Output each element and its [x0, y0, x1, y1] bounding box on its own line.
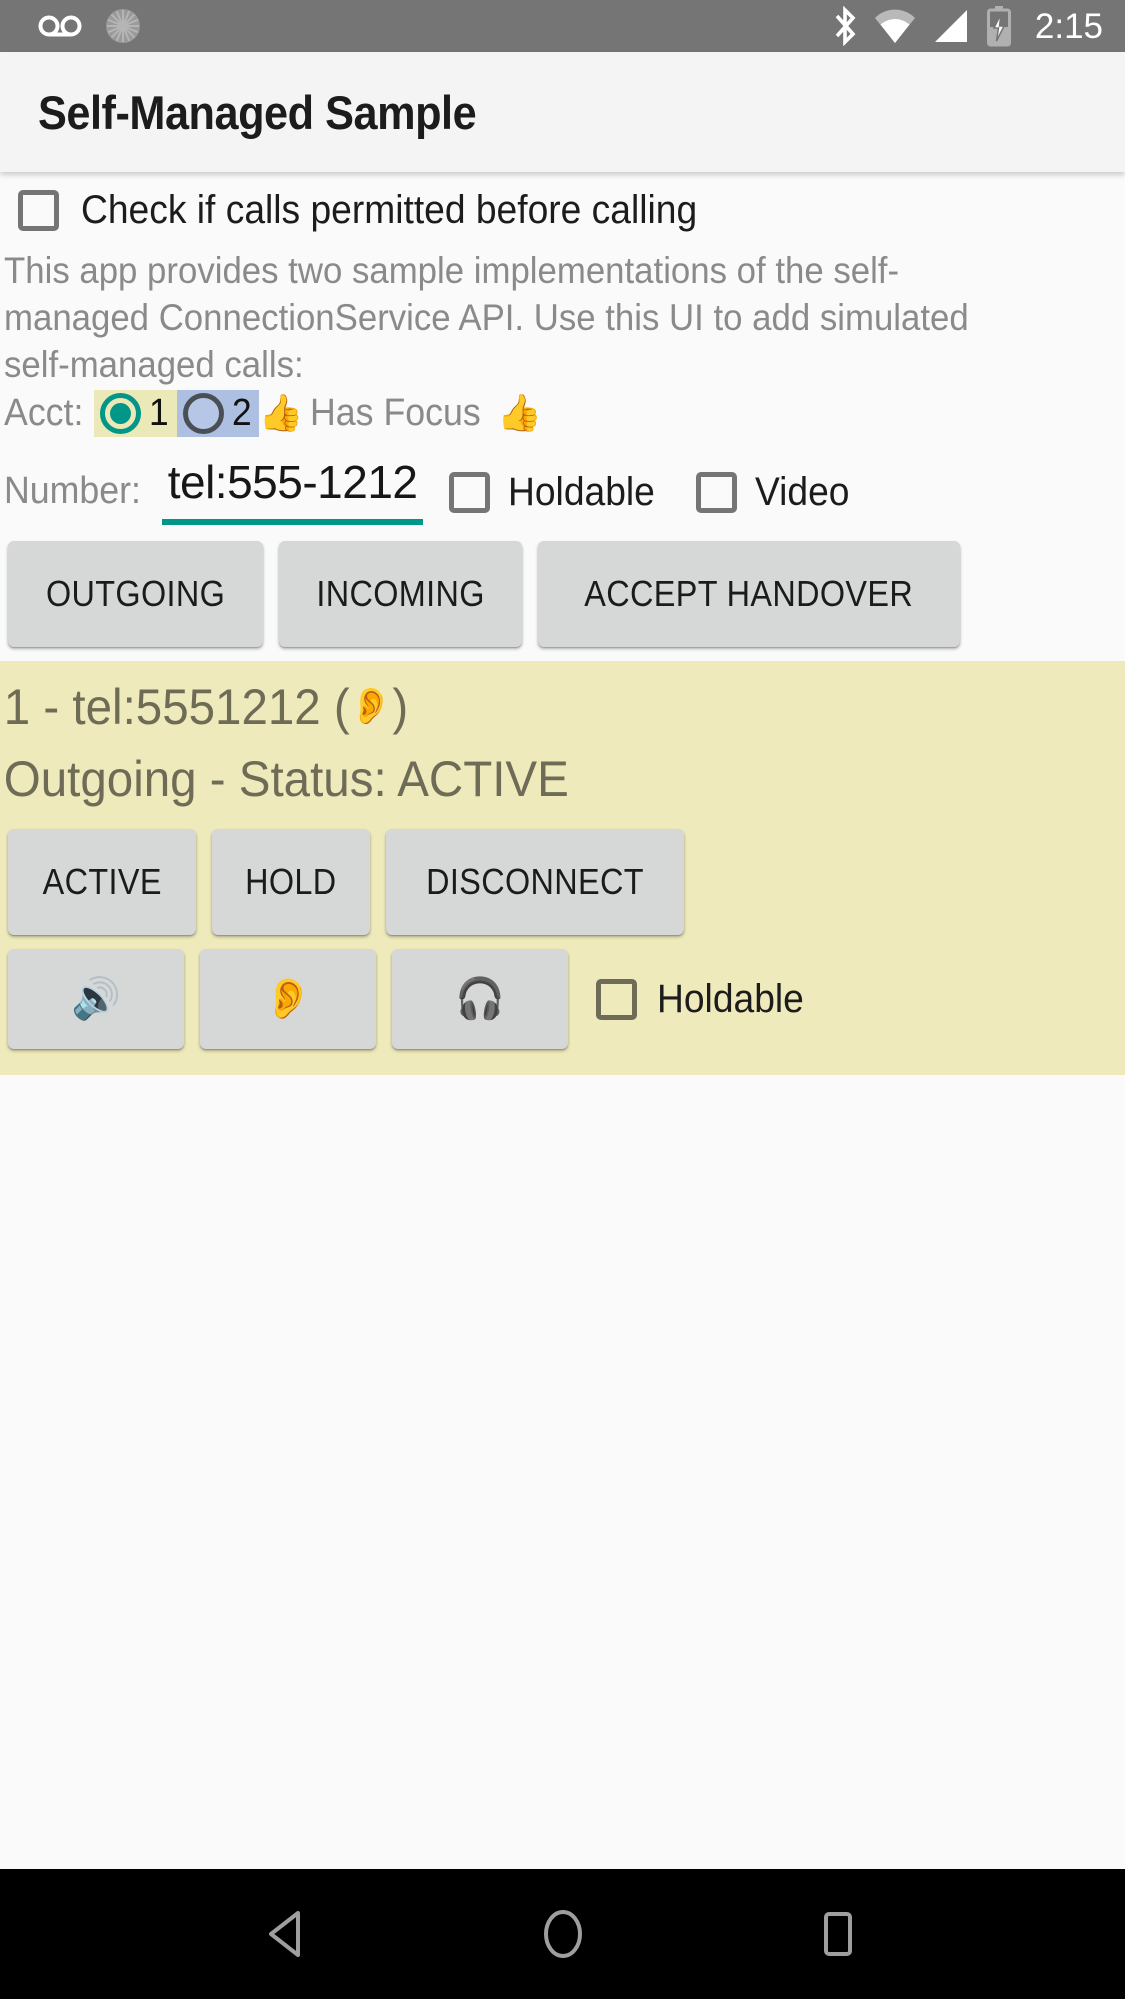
wifi-icon: [874, 9, 915, 43]
call-identity-suffix: ): [392, 679, 409, 735]
audio-route-speaker-button[interactable]: 🔊: [8, 949, 184, 1049]
incoming-button[interactable]: INCOMING: [279, 541, 523, 647]
account-radio-2-label: 2: [231, 392, 252, 434]
home-circle-icon: [543, 1910, 582, 1958]
call-identity-line: 1 - tel:5551212 ( 👂 ): [0, 671, 1069, 743]
audio-route-earpiece-button[interactable]: 👂: [200, 949, 376, 1049]
page-title: Self-Managed Sample: [38, 85, 477, 139]
recents-square-icon: [823, 1912, 852, 1956]
status-bar: 2:15: [0, 0, 1125, 52]
account-radio-1[interactable]: [100, 393, 142, 434]
permission-check-row[interactable]: Check if calls permitted before calling: [0, 172, 1125, 233]
cell-signal-icon: [934, 10, 967, 42]
description-text: This app provides two sample implementat…: [4, 250, 969, 385]
call-status-line: Outgoing - Status: ACTIVE: [3, 751, 569, 807]
holdable-option[interactable]: Holdable: [449, 470, 666, 525]
voicemail-icon: [38, 15, 82, 37]
back-nav-button[interactable]: [228, 1874, 348, 1994]
call-state-buttons: ACTIVE HOLD DISCONNECT: [0, 815, 1125, 935]
outgoing-button-label: OUTGOING: [45, 573, 226, 614]
check-permission-checkbox[interactable]: [18, 190, 59, 231]
home-nav-button[interactable]: [503, 1874, 623, 1994]
video-checkbox[interactable]: [696, 472, 738, 513]
thumbs-up-icon-right: 👍: [497, 392, 543, 434]
bluetooth-icon: [835, 6, 856, 46]
accept-handover-button-label: ACCEPT HANDOVER: [584, 573, 914, 614]
number-label: Number:: [4, 470, 141, 512]
sync-icon: [106, 9, 140, 43]
call-hold-button-label: HOLD: [245, 861, 337, 902]
headphones-icon: 🎧: [455, 976, 505, 1022]
incoming-button-label: INCOMING: [316, 573, 486, 614]
holdable-checkbox[interactable]: [449, 472, 491, 513]
account-option-1[interactable]: 1: [94, 390, 177, 437]
call-disconnect-button-label: DISCONNECT: [426, 861, 644, 902]
accept-handover-button[interactable]: ACCEPT HANDOVER: [538, 541, 960, 647]
navigation-bar: [0, 1869, 1125, 1999]
back-triangle-icon: [268, 1911, 300, 1957]
account-selector-row: Acct: 1 2 👍 Has Focus 👍: [0, 390, 1125, 437]
call-active-button[interactable]: ACTIVE: [8, 829, 197, 935]
number-input-row: Number: tel:555-1212 Holdable Video: [0, 455, 1125, 525]
call-holdable-checkbox[interactable]: [596, 978, 637, 1020]
status-bar-right-icons: 2:15: [831, 5, 1103, 47]
status-bar-left-icons: [38, 7, 142, 45]
call-hold-button[interactable]: HOLD: [212, 829, 371, 935]
account-option-2[interactable]: 2: [176, 390, 259, 437]
call-holdable-option[interactable]: Holdable: [596, 977, 815, 1022]
battery-charging-icon: [986, 6, 1011, 47]
ear-icon: 👂: [263, 976, 313, 1022]
account-radio-1-label: 1: [149, 392, 170, 434]
account-label: Acct:: [4, 392, 84, 434]
holdable-label: Holdable: [508, 470, 656, 514]
call-active-button-label: ACTIVE: [42, 861, 162, 902]
check-permission-label: Check if calls permitted before calling: [81, 188, 698, 232]
audio-route-headset-button[interactable]: 🎧: [392, 949, 568, 1049]
phone-screen: 2:15 Self-Managed Sample Check if calls …: [0, 0, 1125, 1999]
speaker-icon: 🔊: [71, 976, 121, 1022]
number-input[interactable]: tel:555-1212: [161, 455, 424, 525]
call-holdable-label: Holdable: [657, 976, 804, 1021]
call-identity-prefix: 1 - tel:5551212 (: [3, 679, 350, 735]
outgoing-button[interactable]: OUTGOING: [8, 541, 264, 647]
call-card: 1 - tel:5551212 ( 👂 ) Outgoing - Status:…: [0, 661, 1125, 1075]
has-focus-label: Has Focus: [309, 392, 481, 434]
recents-nav-button[interactable]: [778, 1874, 898, 1994]
video-option[interactable]: Video: [696, 470, 857, 525]
video-label: Video: [755, 470, 850, 514]
account-radio-2[interactable]: [182, 393, 224, 434]
status-bar-clock: 2:15: [1034, 6, 1103, 46]
call-disconnect-button[interactable]: DISCONNECT: [386, 829, 685, 935]
call-audio-route-buttons: 🔊 👂 🎧 Holdable: [0, 935, 1125, 1049]
number-input-value[interactable]: tel:555-1212: [168, 455, 418, 509]
app-bar: Self-Managed Sample: [0, 52, 1125, 172]
main-content: Check if calls permitted before calling …: [0, 172, 1125, 1869]
ear-icon: 👂: [349, 686, 393, 727]
call-action-buttons: OUTGOING INCOMING ACCEPT HANDOVER: [0, 525, 1125, 661]
thumbs-up-icon-left: 👍: [258, 392, 304, 434]
